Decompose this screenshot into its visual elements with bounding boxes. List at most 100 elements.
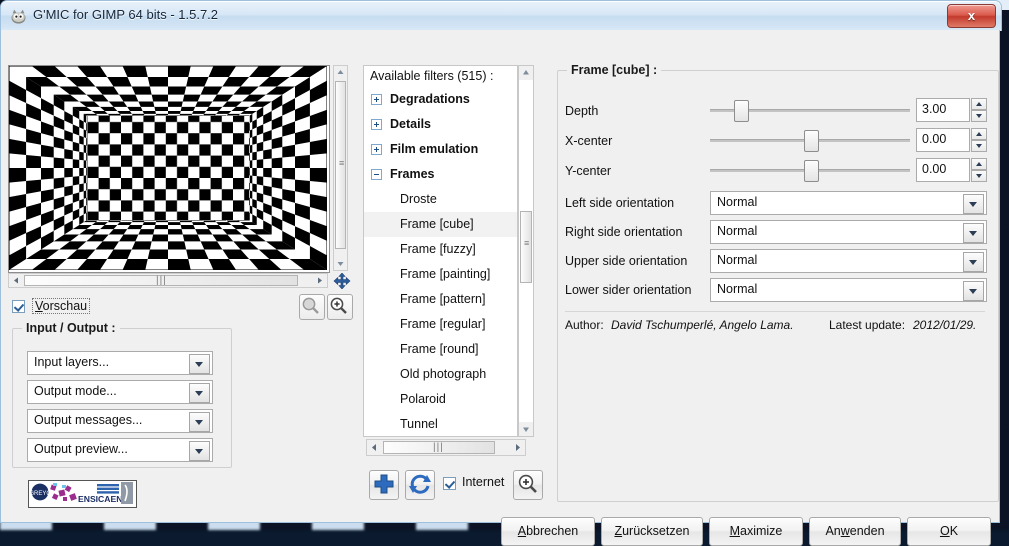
orientation-select[interactable]: Normal xyxy=(710,278,987,302)
expand-icon[interactable] xyxy=(371,119,382,130)
filter-label: Details xyxy=(390,117,431,131)
filter-label: Frames xyxy=(390,167,435,181)
author-info: Author: David Tschumperlé, Angelo Lama. … xyxy=(565,311,985,332)
slider-thumb[interactable] xyxy=(804,130,819,152)
spinner-value[interactable]: 3.00 xyxy=(916,98,970,122)
maximize-button[interactable]: Maximize xyxy=(709,517,803,546)
chevron-down-icon[interactable] xyxy=(189,383,210,403)
filter-tree[interactable]: Degradations Details Film emulation Frames D… xyxy=(363,87,518,437)
filter-label: Degradations xyxy=(390,92,470,106)
button-label: OK xyxy=(939,524,959,538)
filter-label: Frame [round] xyxy=(400,342,479,356)
window-title: G'MIC for GIMP 64 bits - 1.5.7.2 xyxy=(33,7,219,22)
filter-tree-vertical-scrollbar[interactable]: ≡ xyxy=(518,65,534,437)
filter-category-row[interactable]: Degradations xyxy=(364,87,517,112)
chevron-down-icon[interactable] xyxy=(189,412,210,432)
close-icon[interactable]: x xyxy=(947,4,996,28)
filter-tree-horizontal-scrollbar[interactable]: ||| xyxy=(366,439,526,456)
preview-zoom-out-button[interactable] xyxy=(299,294,325,320)
filter-label: Frame [cube] xyxy=(400,217,474,231)
ok-button[interactable]: OK xyxy=(907,517,991,546)
output-preview-select[interactable]: Output preview... xyxy=(27,438,213,462)
move-cross-icon[interactable] xyxy=(333,273,351,289)
filter-category-row[interactable]: Frames xyxy=(364,162,517,187)
spinner-up-icon[interactable] xyxy=(971,98,987,110)
scroll-up-icon[interactable] xyxy=(519,66,533,80)
param-spinner[interactable]: 0.00 xyxy=(916,128,988,152)
scroll-down-icon[interactable] xyxy=(519,422,533,436)
chevron-down-icon[interactable] xyxy=(189,354,210,374)
chevron-down-icon[interactable] xyxy=(189,441,210,461)
apply-button[interactable]: Anwenden xyxy=(809,517,901,546)
scroll-thumb[interactable]: ||| xyxy=(24,275,298,286)
spinner-down-icon[interactable] xyxy=(971,170,987,182)
spinner-value[interactable]: 0.00 xyxy=(916,158,970,182)
cancel-button[interactable]: Abbrechen xyxy=(501,517,595,546)
orientation-select[interactable]: Normal xyxy=(710,249,987,273)
scroll-thumb[interactable]: ≡ xyxy=(520,211,532,283)
chevron-down-icon[interactable] xyxy=(963,194,984,214)
chevron-down-icon[interactable] xyxy=(963,252,984,272)
scroll-thumb[interactable]: ||| xyxy=(383,441,495,454)
preview-zoom-in-button[interactable] xyxy=(327,294,353,320)
spinner-up-icon[interactable] xyxy=(971,158,987,170)
param-label: Depth xyxy=(565,104,599,118)
filter-item-row[interactable]: Frame [regular] xyxy=(364,312,517,337)
chevron-down-icon[interactable] xyxy=(963,223,984,243)
filter-item-row[interactable]: Frame [painting] xyxy=(364,262,517,287)
dialog-button-bar: Abbrechen Zurücksetzen Maximize Anwenden… xyxy=(1,460,999,546)
scroll-left-icon[interactable] xyxy=(9,274,22,287)
param-slider[interactable] xyxy=(710,160,910,182)
param-label: Right side orientation xyxy=(565,225,683,239)
orientation-select[interactable]: Normal xyxy=(710,191,987,215)
slider-thumb[interactable] xyxy=(734,100,749,122)
output-messages-select[interactable]: Output messages... xyxy=(27,409,213,433)
collapse-icon[interactable] xyxy=(371,169,382,180)
spinner-up-icon[interactable] xyxy=(971,128,987,140)
spinner-value[interactable]: 0.00 xyxy=(916,128,970,152)
filter-item-row[interactable]: Tunnel xyxy=(364,412,517,436)
slider-thumb[interactable] xyxy=(804,160,819,182)
filter-label: Droste xyxy=(400,192,437,206)
filter-label: Tunnel xyxy=(400,417,438,431)
filter-item-row[interactable]: Droste xyxy=(364,187,517,212)
reset-button[interactable]: Zurücksetzen xyxy=(601,517,703,546)
param-label: X-center xyxy=(565,134,613,148)
filter-item-row[interactable]: Frame [fuzzy] xyxy=(364,237,517,262)
scroll-up-icon[interactable] xyxy=(334,66,347,79)
filter-item-row[interactable]: Old photograph xyxy=(364,362,517,387)
orientation-select[interactable]: Normal xyxy=(710,220,987,244)
preview-horizontal-scrollbar[interactable]: ||| xyxy=(8,273,328,288)
param-slider[interactable] xyxy=(710,100,910,122)
filter-category-row[interactable]: Film emulation xyxy=(364,137,517,162)
input-output-group: Input / Output : Input layers... Output … xyxy=(12,321,232,468)
select-value: Normal xyxy=(717,253,758,267)
window-client-area: ≡ ||| Vorschau Input / Output: Input la… xyxy=(0,30,1000,546)
param-label: Left side orientation xyxy=(565,196,675,210)
button-label: Anwenden xyxy=(825,524,885,538)
scroll-left-icon[interactable] xyxy=(367,440,381,455)
filter-item-row[interactable]: Frame [pattern] xyxy=(364,287,517,312)
spinner-down-icon[interactable] xyxy=(971,140,987,152)
expand-icon[interactable] xyxy=(371,94,382,105)
preview-vertical-scrollbar[interactable]: ≡ xyxy=(333,65,348,271)
spinner-down-icon[interactable] xyxy=(971,110,987,122)
scroll-right-icon[interactable] xyxy=(314,274,327,287)
output-mode-select[interactable]: Output mode... xyxy=(27,380,213,404)
param-spinner[interactable]: 3.00 xyxy=(916,98,988,122)
filter-item-row[interactable]: Polaroid xyxy=(364,387,517,412)
filter-item-row[interactable]: Frame [cube] xyxy=(364,212,517,237)
button-label: Abbrechen xyxy=(517,524,579,538)
filter-item-row[interactable]: Frame [round] xyxy=(364,337,517,362)
scroll-thumb[interactable]: ≡ xyxy=(335,81,346,249)
param-spinner[interactable]: 0.00 xyxy=(916,158,988,182)
preview-checkbox[interactable] xyxy=(12,300,25,313)
scroll-down-icon[interactable] xyxy=(334,257,347,270)
preview-image[interactable] xyxy=(8,65,330,273)
param-slider[interactable] xyxy=(710,130,910,152)
chevron-down-icon[interactable] xyxy=(963,281,984,301)
input-layers-select[interactable]: Input layers... xyxy=(27,351,213,375)
filter-category-row[interactable]: Details xyxy=(364,112,517,137)
expand-icon[interactable] xyxy=(371,144,382,155)
scroll-right-icon[interactable] xyxy=(511,440,525,455)
